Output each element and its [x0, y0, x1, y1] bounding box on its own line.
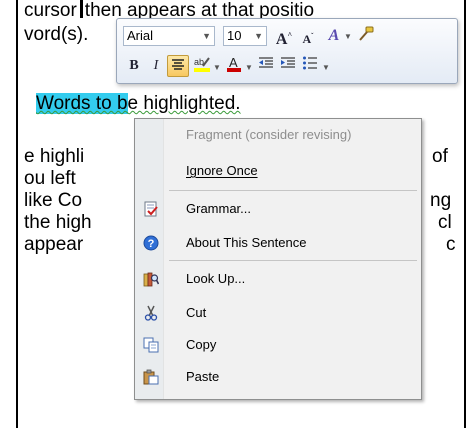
styles-icon: A — [328, 27, 340, 44]
copy-icon — [143, 337, 159, 353]
font-color-button[interactable]: A — [223, 55, 245, 77]
context-menu: Fragment (consider revising) Ignore Once… — [134, 118, 422, 400]
highlight-button[interactable]: ab — [191, 55, 213, 77]
format-painter-icon — [359, 26, 374, 41]
highlighted-sentence[interactable]: Words to be highlighted. — [36, 93, 241, 115]
document-page[interactable]: cursor then appears at that positio vord(… — [16, 0, 466, 428]
format-painter-button[interactable] — [355, 25, 377, 47]
menu-item-label: Ignore Once — [186, 163, 258, 178]
menu-item-look-up[interactable]: Look Up... — [137, 267, 419, 291]
menu-item-ignore-once[interactable]: Ignore Once — [137, 159, 419, 183]
chevron-down-icon[interactable]: ▼ — [213, 63, 221, 72]
document-text: e highli — [24, 146, 85, 167]
menu-item-paste[interactable]: Paste — [137, 365, 419, 389]
bold-icon: B — [129, 58, 139, 73]
bullets-button[interactable] — [299, 55, 321, 77]
document-text: c — [446, 234, 456, 255]
highlighter-icon: ab — [194, 57, 210, 72]
menu-item-label: Look Up... — [186, 271, 246, 286]
italic-icon: I — [153, 58, 159, 73]
document-text: the high — [24, 212, 92, 233]
font-name-combo[interactable]: Arial ▼ — [123, 26, 215, 46]
menu-separator — [169, 260, 417, 261]
document-line-7: the high — [24, 212, 92, 234]
menu-item-label: Fragment (consider revising) — [186, 127, 352, 142]
font-size-value: 10 — [227, 28, 242, 43]
menu-item-label: Copy — [186, 337, 217, 352]
document-line-5: ou left — [24, 168, 76, 190]
menu-item-cut[interactable]: Cut — [137, 301, 419, 325]
research-books-icon — [143, 272, 159, 287]
document-line-4: e highli — [24, 146, 84, 168]
document-text: cl — [438, 212, 452, 233]
chevron-down-icon[interactable]: ▼ — [344, 32, 352, 41]
fragment-text[interactable]: e highlighted. — [128, 93, 241, 114]
text-cursor — [79, 0, 83, 18]
document-line-8-end: c — [446, 234, 456, 256]
menu-item-label: Cut — [186, 305, 207, 320]
grammar-check-icon — [144, 201, 158, 217]
chevron-down-icon: ▼ — [254, 31, 263, 41]
increase-indent-icon — [281, 57, 295, 68]
document-text: cursor — [24, 0, 77, 21]
clipboard-icon — [143, 369, 159, 385]
shrink-font-icon: Aˇ — [302, 32, 314, 46]
chevron-down-icon: ▼ — [202, 31, 211, 41]
styles-button[interactable]: A — [323, 25, 345, 47]
menu-item-label: About This Sentence — [186, 235, 307, 250]
decrease-indent-icon — [259, 57, 273, 68]
document-text: like Co — [24, 190, 83, 211]
menu-item-label: Grammar... — [186, 201, 252, 216]
menu-item-fragment-suggestion: Fragment (consider revising) — [137, 123, 419, 147]
document-text: vord(s). — [24, 24, 89, 45]
mini-formatting-toolbar: Arial ▼ 10 ▼ A^ Aˇ A ▼ B I ab ▼ A ▼ ▼ — [116, 18, 458, 84]
bullet-list-icon — [303, 56, 317, 70]
svg-text:A: A — [229, 55, 238, 70]
chevron-down-icon[interactable]: ▼ — [322, 63, 330, 72]
selected-text[interactable]: Words to b — [36, 93, 128, 114]
menu-item-grammar[interactable]: Grammar... — [137, 197, 419, 221]
document-line-6-end: ng — [430, 190, 451, 212]
svg-text:?: ? — [148, 238, 155, 250]
grow-font-button[interactable]: A^ — [273, 25, 295, 49]
menu-item-copy[interactable]: Copy — [137, 333, 419, 357]
align-center-icon — [172, 59, 184, 70]
menu-item-label: Paste — [186, 369, 220, 384]
center-align-button[interactable] — [167, 55, 189, 77]
document-line-2: vord(s). — [24, 24, 88, 46]
document-line-6: like Co — [24, 190, 82, 212]
decrease-indent-button[interactable] — [255, 55, 277, 77]
document-text: ou left — [24, 168, 76, 189]
help-icon: ? — [143, 235, 159, 251]
document-line-7-end: cl — [438, 212, 452, 234]
document-line-8: appear — [24, 234, 83, 256]
font-size-combo[interactable]: 10 ▼ — [223, 26, 267, 46]
increase-indent-button[interactable] — [277, 55, 299, 77]
scissors-icon — [144, 305, 158, 321]
document-text: of — [432, 146, 448, 167]
bold-button[interactable]: B — [123, 55, 145, 77]
grow-font-icon: A^ — [275, 31, 293, 49]
italic-button[interactable]: I — [145, 55, 167, 77]
document-text: appear — [24, 234, 84, 255]
shrink-font-button[interactable]: Aˇ — [297, 25, 319, 47]
menu-separator — [169, 190, 417, 191]
menu-item-about-this-sentence[interactable]: ? About This Sentence — [137, 231, 419, 255]
font-color-icon: A — [227, 55, 241, 72]
document-line-4-end: of — [432, 146, 448, 168]
font-name-value: Arial — [127, 28, 154, 43]
chevron-down-icon[interactable]: ▼ — [245, 63, 253, 72]
document-text: ng — [430, 190, 452, 211]
